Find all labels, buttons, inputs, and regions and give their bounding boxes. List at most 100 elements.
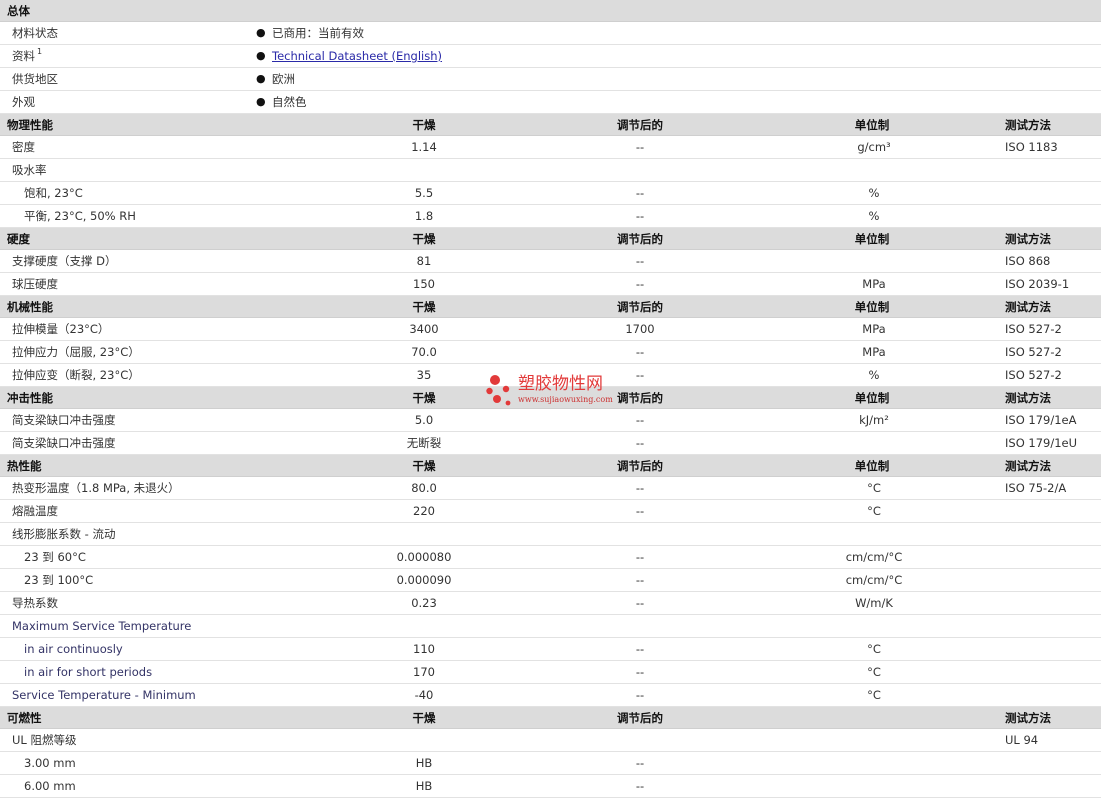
property-label: 简支梁缺口冲击强度	[12, 413, 116, 427]
value-test-method: ISO 179/1eA	[1005, 413, 1077, 427]
property-row: in air for short periods 170 -- °C	[0, 661, 1101, 684]
value-test-method: ISO 527-2	[1005, 368, 1062, 382]
value-dry: HB	[415, 756, 433, 770]
value-test-method: UL 94	[1005, 733, 1039, 747]
value-dry: 1.8	[414, 209, 434, 223]
property-label: 简支梁缺口冲击强度	[12, 436, 116, 450]
value-dry: 3400	[409, 322, 439, 336]
value-unit: g/cm³	[857, 140, 891, 154]
column-header-unit: 单位制	[854, 300, 890, 314]
property-row: 线形膨胀系数 - 流动	[0, 523, 1101, 546]
value-unit: °C	[867, 688, 881, 702]
column-header-method: 测试方法	[1005, 118, 1051, 132]
property-row: 拉伸模量（23°C） 3400 1700 MPa ISO 527-2	[0, 318, 1101, 341]
value-test-method: ISO 75-2/A	[1005, 481, 1067, 495]
value-dry: 5.5	[414, 186, 434, 200]
value-dry: 81	[416, 254, 432, 268]
value-dry: 0.000090	[396, 573, 452, 587]
column-header-unit: 单位制	[854, 459, 890, 473]
value-dry: 150	[413, 277, 435, 291]
value-conditioned: --	[635, 596, 645, 610]
column-header-method: 测试方法	[1005, 300, 1051, 314]
general-row: 供货地区 ● 欧洲	[0, 68, 1101, 91]
property-row: 密度 1.14 -- g/cm³ ISO 1183	[0, 136, 1101, 159]
property-label: Service Temperature - Minimum	[12, 688, 196, 702]
value-unit: %	[868, 186, 880, 200]
column-header-unit: 单位制	[854, 391, 890, 405]
section-header: 冲击性能 干燥 调节后的 单位制 测试方法	[0, 387, 1101, 409]
value-test-method: ISO 1183	[1005, 140, 1058, 154]
column-header-dry: 干燥	[412, 459, 436, 473]
general-label: 资料	[12, 49, 35, 63]
property-row: 拉伸应变（断裂, 23°C） 35 --% ISO 527-2	[0, 364, 1101, 387]
property-label: in air continuosly	[24, 642, 123, 656]
property-label: UL 阻燃等级	[12, 733, 77, 747]
column-header-dry: 干燥	[412, 118, 436, 132]
property-row: 拉伸应力（屈服, 23°C） 70.0 -- MPa ISO 527-2	[0, 341, 1101, 364]
value-conditioned: --	[635, 345, 645, 359]
property-label: 导热系数	[12, 596, 58, 610]
property-label: 拉伸应变（断裂, 23°C）	[12, 368, 140, 382]
datasheet-table: 总体 材料状态 ● 已商用：当前有效 资料 1 ● Technical Datasheet …	[0, 0, 1101, 798]
value-unit: MPa	[862, 345, 886, 359]
property-label: 热变形温度（1.8 MPa, 未退火）	[12, 481, 180, 495]
value-dry: 5.0	[414, 413, 434, 427]
column-header-dry: 干燥	[412, 391, 436, 405]
value-dry: -40	[414, 688, 434, 702]
property-row: Maximum Service Temperature	[0, 615, 1101, 638]
value-unit: %	[868, 368, 880, 382]
bullet-icon: ●	[256, 49, 266, 62]
property-row: 23 到 60°C 0.000080 -- cm/cm/°C	[0, 546, 1101, 569]
value-conditioned: 1700	[625, 322, 655, 336]
bullet-icon: ●	[256, 95, 266, 108]
property-label: 密度	[12, 140, 35, 154]
value-dry: 220	[413, 504, 435, 518]
property-row: 热变形温度（1.8 MPa, 未退火） 80.0 -- °C ISO 75-2/A	[0, 477, 1101, 500]
value-conditioned: --	[635, 756, 645, 770]
column-header-unit: 单位制	[854, 118, 890, 132]
column-header-unit: 单位制	[854, 232, 890, 246]
column-header-conditioned: 调节后的	[617, 391, 663, 405]
property-sections: 物理性能 干燥 调节后的 单位制 测试方法 密度 1.14 -- g/cm³ ISO 1183 吸水…	[0, 114, 1101, 798]
value-conditioned: --	[635, 368, 645, 382]
value-dry: 0.23	[411, 596, 437, 610]
property-row: 球压硬度 150 -- MPa ISO 2039-1	[0, 273, 1101, 296]
value-unit: MPa	[862, 277, 886, 291]
property-label: 熔融温度	[12, 504, 58, 518]
property-label: 6.00 mm	[24, 779, 76, 793]
column-header-conditioned: 调节后的	[617, 232, 663, 246]
value-conditioned: --	[635, 688, 645, 702]
datasheet-link[interactable]: Technical Datasheet (English)	[272, 45, 442, 67]
general-row: 材料状态 ● 已商用：当前有效	[0, 22, 1101, 45]
general-label: 外观	[12, 95, 35, 109]
value-conditioned: --	[635, 504, 645, 518]
section-header-general: 总体	[0, 0, 1101, 22]
value-test-method: ISO 2039-1	[1005, 277, 1070, 291]
value-unit: cm/cm/°C	[845, 550, 903, 564]
value-dry: 170	[413, 665, 435, 679]
general-row: 资料 1 ● Technical Datasheet (English)	[0, 45, 1101, 68]
value-unit: °C	[867, 642, 881, 656]
section-title: 硬度	[7, 232, 30, 246]
column-header-conditioned: 调节后的	[617, 711, 663, 725]
value-conditioned: --	[635, 140, 645, 154]
section-title: 热性能	[7, 459, 42, 473]
property-row: 6.00 mm HB --	[0, 775, 1101, 798]
value-conditioned: --	[635, 573, 645, 587]
value-test-method: ISO 527-2	[1005, 322, 1062, 336]
property-label: 吸水率	[12, 163, 47, 177]
section-title: 机械性能	[7, 300, 53, 314]
section-header: 可燃性 干燥 调节后的 测试方法	[0, 707, 1101, 729]
value-dry: 1.14	[411, 140, 437, 154]
section-header: 热性能 干燥 调节后的 单位制 测试方法	[0, 455, 1101, 477]
property-label: 3.00 mm	[24, 756, 76, 770]
value-dry: 0.000080	[396, 550, 452, 564]
value-unit: °C	[867, 665, 881, 679]
property-label: 球压硬度	[12, 277, 58, 291]
property-row: 导热系数 0.23 -- W/m/K	[0, 592, 1101, 615]
column-header-method: 测试方法	[1005, 459, 1051, 473]
property-label: 拉伸应力（屈服, 23°C）	[12, 345, 140, 359]
property-label: Maximum Service Temperature	[12, 619, 192, 633]
value-unit: cm/cm/°C	[845, 573, 903, 587]
value-conditioned: --	[635, 481, 645, 495]
